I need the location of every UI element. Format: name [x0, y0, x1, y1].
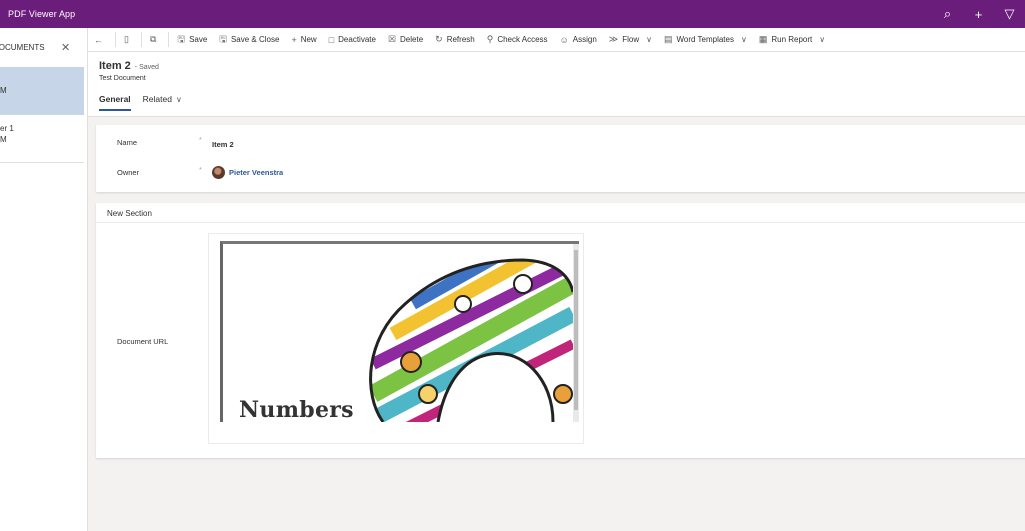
list-item-line2: M	[0, 135, 7, 144]
divider	[140, 32, 142, 47]
divider	[96, 222, 1025, 223]
word-templates-label: Word Templates	[676, 35, 734, 44]
required-marker: *	[199, 137, 202, 144]
pdf-scroll-thumb[interactable]	[574, 250, 578, 410]
section-title: New Section	[107, 209, 152, 218]
open-new-window-button[interactable]: ⧉	[144, 28, 166, 52]
assign-label: Assign	[572, 35, 597, 44]
name-field[interactable]: Item 2	[212, 140, 234, 149]
owner-label: Owner	[117, 168, 140, 177]
tab-general-label: General	[99, 94, 131, 104]
save-button[interactable]: 🖫 Save	[171, 28, 213, 52]
deactivate-icon: □	[328, 34, 335, 45]
run-report-label: Run Report	[771, 35, 813, 44]
new-label: New	[300, 35, 317, 44]
list-item-line1	[0, 67, 84, 78]
form-content: Name * Item 2 Owner * Pieter Veenstra Ne…	[88, 117, 1025, 531]
record-header: Item 2- Saved Test Document General Rela…	[88, 52, 1025, 117]
record-title: Item 2	[99, 60, 131, 72]
pdf-viewer[interactable]: Numbers	[208, 233, 584, 444]
assign-icon: ☺	[559, 34, 569, 45]
document-url-label: Document URL	[117, 337, 169, 346]
record-title-row: Item 2- Saved	[99, 60, 159, 72]
owner-lookup[interactable]: Pieter Veenstra	[212, 166, 283, 179]
run-report-icon: ▦	[758, 34, 768, 44]
word-templates-button[interactable]: ▤ Word Templates ∨	[658, 28, 753, 52]
header-actions: ⌕ + ▽	[932, 0, 1025, 28]
back-button[interactable]: ←	[88, 28, 113, 52]
close-icon[interactable]: ✕	[61, 41, 70, 54]
chevron-down-icon: ∨	[646, 35, 652, 44]
documents-panel-title: DOCUMENTS	[0, 43, 45, 52]
tab-related[interactable]: Related ∨	[143, 94, 182, 111]
deactivate-label: Deactivate	[338, 35, 376, 44]
avatar	[212, 166, 225, 179]
search-icon[interactable]: ⌕	[932, 6, 963, 22]
general-section: Name * Item 2 Owner * Pieter Veenstra	[96, 125, 1025, 192]
app-title: PDF Viewer App	[8, 9, 76, 19]
documents-panel: DOCUMENTS ✕ M er 1 M	[0, 28, 88, 531]
divider	[0, 162, 84, 163]
list-item[interactable]: M	[0, 67, 84, 115]
back-arrow-icon: ←	[94, 34, 103, 45]
delete-icon: ☒	[387, 34, 397, 44]
save-close-button[interactable]: 🖫 Save & Close	[213, 28, 285, 52]
tab-related-label: Related	[142, 94, 172, 104]
plus-icon: +	[291, 34, 297, 45]
check-access-button[interactable]: ⚲ Check Access	[481, 28, 554, 52]
record-entity: Test Document	[99, 75, 146, 82]
required-marker: *	[199, 167, 202, 174]
numbers-illustration	[369, 258, 575, 422]
name-label: Name	[117, 138, 138, 147]
list-item[interactable]: er 1 M	[0, 123, 84, 153]
refresh-icon: ↻	[435, 34, 443, 44]
chevron-down-icon: ∨	[175, 95, 182, 104]
check-access-icon: ⚲	[486, 34, 494, 44]
new-section: New Section Document URL Numbers	[96, 203, 1025, 458]
check-access-label: Check Access	[497, 35, 548, 44]
save-icon: 🖫	[177, 33, 186, 44]
assign-button[interactable]: ☺ Assign	[554, 28, 603, 52]
refresh-button[interactable]: ↻ Refresh	[429, 28, 481, 52]
deactivate-button[interactable]: □ Deactivate	[323, 28, 382, 52]
tab-general[interactable]: General	[99, 94, 131, 111]
list-item-line1: er 1	[0, 124, 14, 133]
pdf-heading-text: Numbers	[239, 397, 354, 422]
save-close-label: Save & Close	[230, 35, 280, 44]
refresh-label: Refresh	[446, 35, 475, 44]
chevron-down-icon: ∨	[819, 35, 826, 44]
delete-label: Delete	[400, 35, 424, 44]
run-report-button[interactable]: ▦ Run Report ∨	[753, 28, 831, 52]
filter-icon[interactable]: ▽	[994, 6, 1025, 22]
chevron-down-icon: ∨	[740, 35, 747, 44]
command-bar: ← ▯ ⧉ 🖫 Save 🖫 Save & Close + New □ Deactiva…	[88, 28, 1025, 52]
new-button[interactable]: + New	[285, 28, 322, 52]
pdf-scrollbar[interactable]	[573, 244, 579, 422]
flow-button[interactable]: ≫ Flow ∨	[603, 28, 658, 52]
owner-name: Pieter Veenstra	[229, 168, 284, 177]
delete-button[interactable]: ☒ Delete	[382, 28, 429, 52]
save-label: Save	[189, 35, 208, 44]
list-item-line2: M	[0, 86, 7, 95]
pdf-page: Numbers	[220, 241, 579, 422]
plus-icon[interactable]: +	[963, 7, 994, 22]
flow-icon: ≫	[608, 34, 619, 44]
open-window-icon: ⧉	[149, 34, 157, 44]
tab-list: General Related ∨	[99, 94, 194, 111]
divider	[168, 32, 170, 47]
documents-panel-header: DOCUMENTS ✕	[0, 28, 87, 67]
word-templates-icon: ▤	[663, 34, 673, 44]
divider	[115, 32, 116, 47]
app-header: PDF Viewer App ⌕ + ▽	[0, 0, 1025, 28]
document-icon: ▯	[124, 34, 129, 44]
flow-label: Flow	[622, 35, 640, 44]
save-status: - Saved	[134, 64, 159, 71]
record-set-button[interactable]: ▯	[118, 28, 139, 52]
save-close-icon: 🖫	[219, 33, 227, 44]
